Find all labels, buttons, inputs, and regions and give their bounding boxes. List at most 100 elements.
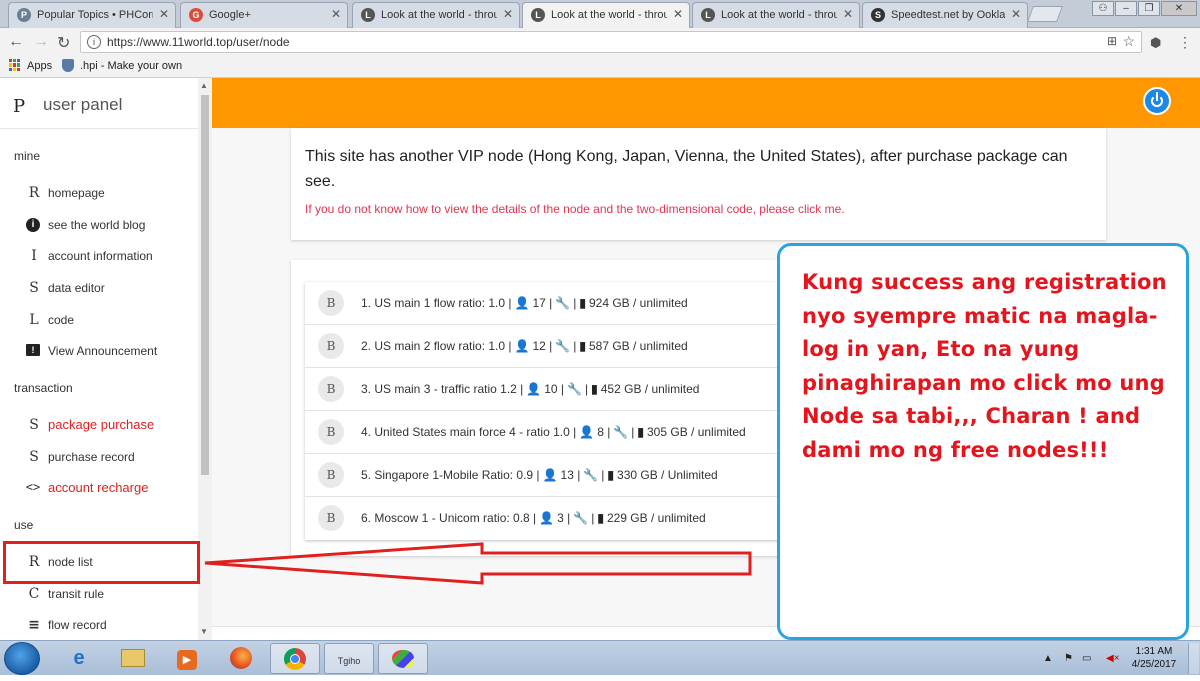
node-users: 10 | xyxy=(544,382,565,396)
clock-date: 4/25/2017 xyxy=(1131,659,1177,670)
bookmark-star-icon[interactable]: ☆ xyxy=(1122,33,1135,50)
translate-icon[interactable]: ⊞ xyxy=(1107,34,1117,48)
tab-favicon: P xyxy=(17,8,31,22)
chrome-icon[interactable] xyxy=(270,643,320,674)
sidebar-item-label: account recharge xyxy=(48,480,149,495)
traffic-light-icon: ▮ xyxy=(579,296,586,310)
show-desktop-button[interactable] xyxy=(1188,643,1199,674)
sidebar-item-label: package purchase xyxy=(48,417,155,432)
bookmark-hpi[interactable]: .hpi - Make your own xyxy=(80,60,182,72)
account-icon: I xyxy=(31,248,37,264)
sidebar-item-label: homepage xyxy=(48,186,105,200)
tab-look-at-world-active[interactable]: L Look at the world - throu ✕ xyxy=(522,2,690,29)
restore-button[interactable]: ❐ xyxy=(1138,1,1160,16)
menu-icon[interactable]: ⋮ xyxy=(1178,34,1192,51)
address-bar[interactable]: i ⊞ ☆ xyxy=(80,31,1142,53)
ie-icon[interactable]: e xyxy=(54,643,104,674)
monitor-icon[interactable]: ▭ xyxy=(1082,653,1091,664)
intro-card: This site has another VIP node (Hong Kon… xyxy=(291,128,1106,240)
transit-icon: C xyxy=(28,586,40,602)
extension-icon[interactable]: ⬢ xyxy=(1150,35,1161,51)
profile-icon[interactable]: ⚇ xyxy=(1092,1,1114,16)
tab-favicon: L xyxy=(361,8,375,22)
snipping-icon[interactable]: Tgiho xyxy=(324,643,374,674)
sidebar-item-homepage[interactable]: R homepage xyxy=(18,181,194,205)
annotation-text: Kung success ang registration nyo syempr… xyxy=(802,270,1167,462)
tab-look-at-world-1[interactable]: L Look at the world - throu ✕ xyxy=(352,2,520,28)
start-button[interactable] xyxy=(4,642,40,675)
user-icon: 👤 xyxy=(539,511,555,525)
sidebar-item-announcement[interactable]: ! View Announcement xyxy=(18,339,194,363)
announcement-icon: ! xyxy=(26,344,40,356)
action-center-icon[interactable]: ⚑ xyxy=(1064,653,1073,664)
sidebar-item-account-information[interactable]: I account information xyxy=(18,244,194,268)
media-player-icon[interactable]: ▶ xyxy=(162,643,212,674)
sidebar-item-code[interactable]: L code xyxy=(18,308,194,332)
traffic-light-icon: ▮ xyxy=(607,468,615,482)
node-info: 6. Moscow 1 - Unicom ratio: 0.8 | 👤 3 | 🔧 | ▮… xyxy=(361,511,706,525)
sidebar-item-account-recharge[interactable]: <> account recharge xyxy=(18,476,194,500)
reload-icon[interactable]: ↻ xyxy=(57,33,70,53)
node-name: 1. US main 1 flow ratio: 1.0 | xyxy=(361,296,512,310)
node-name: 4. United States main force 4 - ratio 1.… xyxy=(361,425,577,439)
close-icon[interactable]: ✕ xyxy=(843,7,853,21)
user-icon: 👤 xyxy=(526,382,542,396)
info-icon[interactable]: i xyxy=(87,35,101,49)
node-name: 3. US main 3 - traffic ratio 1.2 | xyxy=(361,382,524,396)
tab-look-at-world-3[interactable]: L Look at the world - throu ✕ xyxy=(692,2,860,28)
sidebar-item-data-editor[interactable]: S data editor xyxy=(18,276,194,300)
sidebar-item-flow-record[interactable]: ≡ flow record xyxy=(18,613,194,637)
help-link[interactable]: If you do not know how to view the detai… xyxy=(305,202,845,216)
section-transaction: transaction xyxy=(14,381,73,395)
sidebar-item-transit-rule[interactable]: C transit rule xyxy=(18,582,194,606)
explorer-icon[interactable] xyxy=(108,643,158,674)
user-icon: 👤 xyxy=(514,296,530,310)
close-icon[interactable]: ✕ xyxy=(673,7,683,21)
new-tab-button[interactable] xyxy=(1027,6,1063,22)
sidebar-item-blog[interactable]: i see the world blog xyxy=(18,213,194,237)
close-icon[interactable]: ✕ xyxy=(1011,7,1021,21)
power-logout-icon[interactable] xyxy=(1143,87,1171,115)
node-users: 8 | xyxy=(597,425,611,439)
node-info: 4. United States main force 4 - ratio 1.… xyxy=(361,425,746,439)
sidebar-item-label: transit rule xyxy=(48,587,105,601)
node-traffic: 452 GB / unlimited xyxy=(600,382,700,396)
node-info: 1. US main 1 flow ratio: 1.0 | 👤 17 | 🔧 | ▮ 92… xyxy=(361,296,688,310)
node-avatar: B xyxy=(318,462,344,488)
paint-icon[interactable] xyxy=(378,643,428,674)
close-icon[interactable]: ✕ xyxy=(331,7,341,21)
sidebar-item-package-purchase[interactable]: S package purchase xyxy=(18,413,194,437)
tab-google-plus[interactable]: G Google+ ✕ xyxy=(180,2,348,28)
bookmarks-bar: Apps .hpi - Make your own xyxy=(0,56,1200,78)
traffic-light-icon: ▮ xyxy=(591,382,598,396)
sidebar-item-purchase-record[interactable]: S purchase record xyxy=(18,445,194,469)
sidebar-scroll-thumb[interactable] xyxy=(201,95,209,475)
shield-icon xyxy=(62,59,74,72)
firefox-icon[interactable] xyxy=(216,643,266,674)
homepage-icon: R xyxy=(28,185,40,201)
close-icon[interactable]: ✕ xyxy=(159,7,169,21)
url-input[interactable] xyxy=(107,34,1067,50)
tab-favicon: L xyxy=(701,8,715,22)
node-users: 13 | xyxy=(560,468,581,482)
scroll-up-icon[interactable]: ▲ xyxy=(200,81,208,90)
tab-speedtest[interactable]: S Speedtest.net by Ookla - ✕ xyxy=(862,2,1028,28)
tab-phcorner[interactable]: P Popular Topics • PHCorn ✕ xyxy=(8,2,176,28)
node-avatar: B xyxy=(318,376,344,402)
user-icon: 👤 xyxy=(542,468,558,482)
tab-favicon: L xyxy=(531,8,545,22)
close-window-button[interactable]: ✕ xyxy=(1161,1,1197,16)
forward-icon[interactable]: → xyxy=(33,33,49,51)
close-icon[interactable]: ✕ xyxy=(503,7,513,21)
scroll-down-icon[interactable]: ▼ xyxy=(200,627,208,636)
wrench-icon: 🔧 xyxy=(567,382,583,396)
clock-time: 1:31 AM xyxy=(1135,646,1173,657)
show-hidden-icons[interactable]: ▲ xyxy=(1043,653,1053,664)
volume-muted-icon[interactable]: ◀× xyxy=(1106,653,1120,664)
tab-title: Look at the world - throu xyxy=(721,9,837,21)
bookmark-apps[interactable]: Apps xyxy=(27,60,52,72)
back-icon[interactable]: ← xyxy=(8,33,24,51)
node-name: 2. US main 2 flow ratio: 1.0 | xyxy=(361,339,512,353)
minimize-button[interactable]: – xyxy=(1115,1,1137,16)
system-clock[interactable]: 1:31 AM 4/25/2017 xyxy=(1124,645,1184,671)
